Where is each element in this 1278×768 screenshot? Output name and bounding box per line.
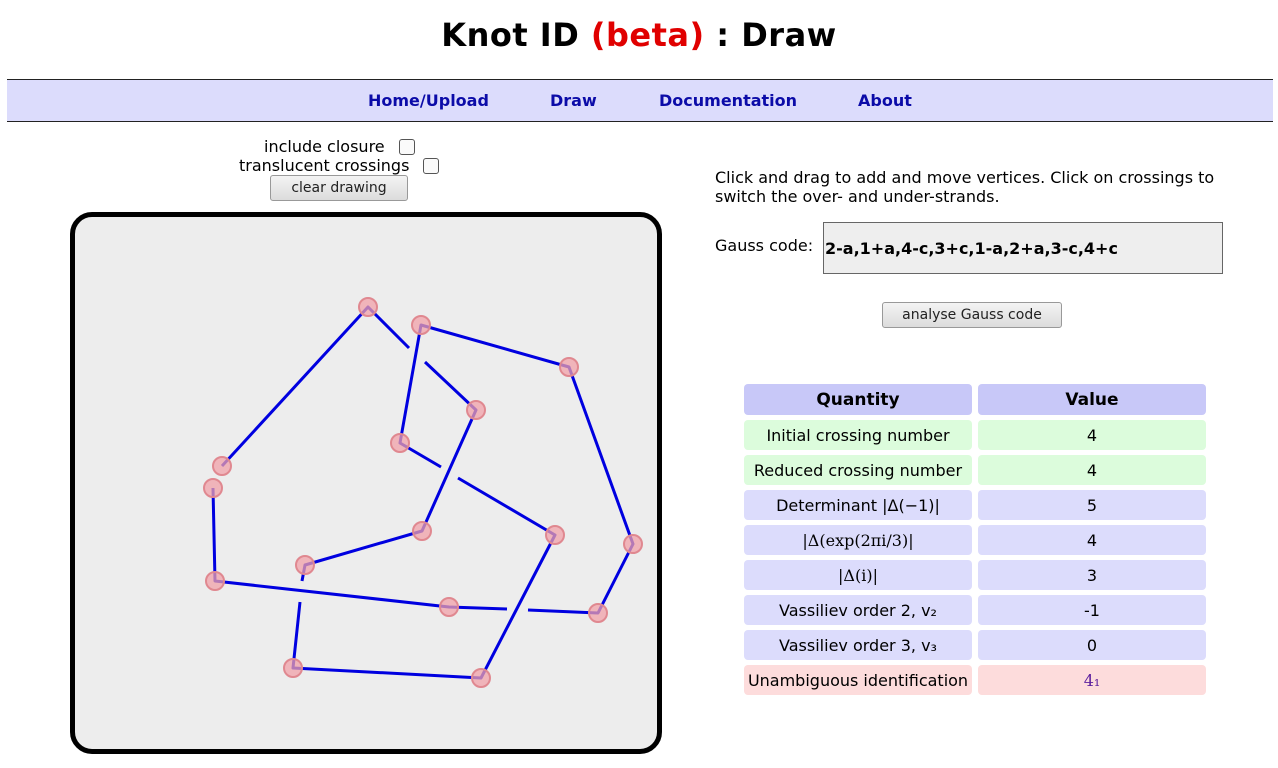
table-row: Vassiliev order 2, v₂ -1	[744, 595, 1206, 625]
table-row: Reduced crossing number 4	[744, 455, 1206, 485]
closure-checkbox[interactable]	[399, 139, 415, 155]
value-cell: -1	[978, 595, 1206, 625]
drawing-canvas[interactable]	[70, 212, 662, 754]
table-row: Vassiliev order 3, v₃ 0	[744, 630, 1206, 660]
table-header-row: Quantity Value	[744, 384, 1206, 415]
vertex-handle[interactable]	[439, 597, 459, 617]
title-beta: (beta)	[590, 16, 705, 54]
vertex-handle[interactable]	[390, 433, 410, 453]
vertex-handle[interactable]	[466, 400, 486, 420]
nav-home-upload[interactable]: Home/Upload	[368, 91, 489, 110]
vertex-handle[interactable]	[559, 357, 579, 377]
quantity-cell: |Δ(i)|	[744, 560, 972, 590]
quantity-cell: Reduced crossing number	[744, 455, 972, 485]
vertex-handle[interactable]	[588, 603, 608, 623]
nav-bar: Home/Upload Draw Documentation About	[7, 79, 1273, 122]
nav-draw[interactable]: Draw	[550, 91, 597, 110]
value-cell: 4	[978, 455, 1206, 485]
table-row: |Δ(exp(2πi/3)| 4	[744, 525, 1206, 555]
quantity-cell: Vassiliev order 2, v₂	[744, 595, 972, 625]
title-rest: : Draw	[716, 16, 837, 54]
vertex-handle[interactable]	[623, 534, 643, 554]
quantity-cell: Vassiliev order 3, v₃	[744, 630, 972, 660]
closure-label: include closure	[264, 137, 385, 156]
results-table: Quantity Value Initial crossing number 4…	[738, 379, 1212, 700]
vertex-handle[interactable]	[212, 456, 232, 476]
strand-2	[300, 360, 478, 582]
quantity-cell: Unambiguous identification	[744, 665, 972, 695]
analyse-gauss-code-button[interactable]: analyse Gauss code	[882, 302, 1062, 328]
knot-diagram[interactable]	[75, 217, 657, 749]
table-row: Unambiguous identification 4₁	[744, 665, 1206, 695]
page-title: Knot ID (beta) : Draw	[0, 16, 1278, 54]
quantity-cell: Initial crossing number	[744, 420, 972, 450]
nav-about[interactable]: About	[858, 91, 912, 110]
vertex-handle[interactable]	[283, 658, 303, 678]
nav-documentation[interactable]: Documentation	[659, 91, 797, 110]
vertex-handle[interactable]	[205, 571, 225, 591]
clear-drawing-button[interactable]: clear drawing	[270, 175, 408, 201]
gauss-code-field[interactable]: 2-a,1+a,4-c,3+c,1-a,2+a,3-c,4+c	[823, 222, 1223, 274]
column-header-value: Value	[978, 384, 1206, 415]
instructions-text: Click and drag to add and move vertices.…	[715, 168, 1215, 206]
translucent-label: translucent crossings	[239, 156, 410, 175]
strand-3	[291, 476, 557, 680]
identification-link[interactable]: 4₁	[978, 665, 1206, 695]
table-row: Determinant |Δ(−1)| 5	[744, 490, 1206, 520]
table-row: |Δ(i)| 3	[744, 560, 1206, 590]
strand-1	[220, 305, 411, 468]
vertex-handle[interactable]	[471, 668, 491, 688]
gauss-code-label: Gauss code:	[715, 236, 814, 255]
quantity-cell: Determinant |Δ(−1)|	[744, 490, 972, 520]
strand-4	[398, 323, 635, 615]
vertex-handle[interactable]	[545, 525, 565, 545]
vertex-handle[interactable]	[412, 521, 432, 541]
table-row: Initial crossing number 4	[744, 420, 1206, 450]
value-cell: 4	[978, 420, 1206, 450]
value-cell: 5	[978, 490, 1206, 520]
title-main: Knot ID	[441, 16, 580, 54]
translucent-checkbox[interactable]	[423, 158, 439, 174]
vertex-handle[interactable]	[358, 297, 378, 317]
quantity-cell: |Δ(exp(2πi/3)|	[744, 525, 972, 555]
column-header-quantity: Quantity	[744, 384, 972, 415]
vertex-handle[interactable]	[295, 555, 315, 575]
value-cell: 4	[978, 525, 1206, 555]
vertex-handles	[203, 297, 643, 688]
value-cell: 3	[978, 560, 1206, 590]
vertex-handle[interactable]	[203, 478, 223, 498]
value-cell: 0	[978, 630, 1206, 660]
vertex-handle[interactable]	[411, 315, 431, 335]
